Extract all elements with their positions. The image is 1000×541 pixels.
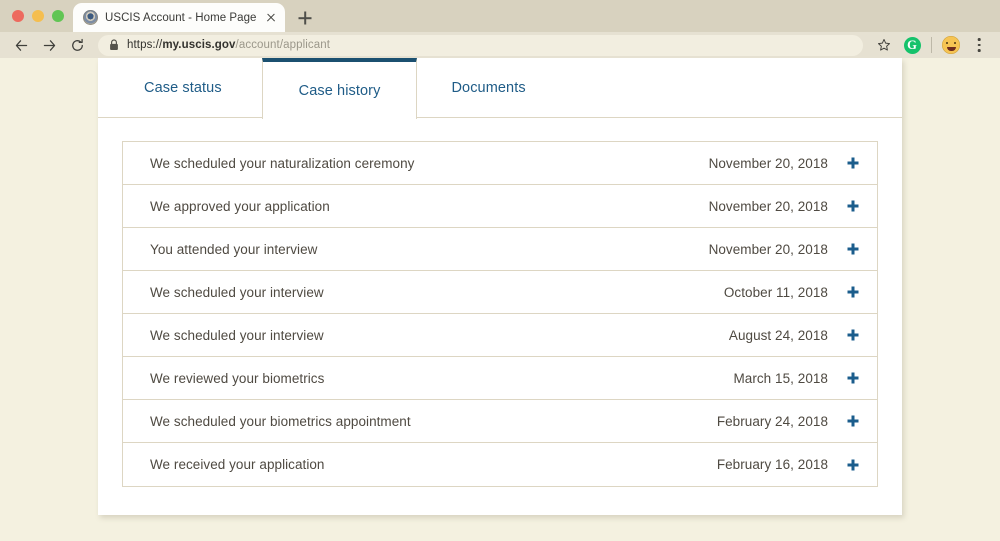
table-row[interactable]: You attended your interview November 20, …	[123, 228, 877, 271]
table-row[interactable]: We scheduled your interview August 24, 20…	[123, 314, 877, 357]
uscis-seal-icon	[83, 10, 98, 25]
browser-tab-uscis[interactable]: USCIS Account - Home Page	[73, 3, 286, 32]
toolbar-divider	[931, 37, 932, 53]
table-row[interactable]: We scheduled your naturalization ceremon…	[123, 142, 877, 185]
table-row[interactable]: We reviewed your biometrics March 15, 201…	[123, 357, 877, 400]
new-tab-button[interactable]	[291, 4, 319, 32]
history-event-date: February 24, 2018	[716, 413, 828, 429]
three-dot-menu-icon	[971, 36, 987, 54]
forward-button[interactable]	[36, 33, 62, 57]
plus-icon[interactable]	[845, 414, 860, 429]
browser-chrome: USCIS Account - Home Page https://my.usc…	[0, 0, 1000, 58]
url-path: /account/applicant	[235, 39, 331, 51]
history-event-date: November 20, 2018	[708, 198, 828, 214]
tab-case-status[interactable]: Case status	[98, 58, 262, 117]
case-tabs: Case status Case history Documents	[98, 58, 902, 119]
history-event-label: We scheduled your naturalization ceremon…	[150, 155, 415, 171]
history-event-date: October 11, 2018	[723, 284, 828, 300]
url-scheme: https://	[127, 39, 163, 51]
window-minimize-button[interactable]	[32, 10, 44, 22]
emoji-avatar-icon	[942, 36, 960, 54]
history-event-date: March 15, 2018	[733, 370, 828, 386]
window-traffic-lights	[8, 0, 73, 32]
address-bar-url: https://my.uscis.gov/account/applicant	[127, 39, 330, 51]
address-bar[interactable]: https://my.uscis.gov/account/applicant	[98, 34, 863, 56]
tab-documents-label: Documents	[451, 79, 526, 96]
url-domain: my.uscis.gov	[162, 39, 236, 51]
browser-menu-button[interactable]	[966, 33, 992, 57]
tab-documents[interactable]: Documents	[417, 58, 559, 117]
case-history-list: We scheduled your naturalization ceremon…	[122, 141, 878, 487]
history-event-date: November 20, 2018	[708, 241, 828, 257]
plus-icon[interactable]	[845, 199, 860, 214]
grammarly-extension-button[interactable]: G	[899, 33, 925, 57]
history-event-date: February 16, 2018	[716, 457, 828, 472]
history-event-label: We scheduled your biometrics appointment	[150, 413, 411, 429]
window-zoom-button[interactable]	[52, 10, 64, 22]
plus-icon[interactable]	[845, 328, 860, 343]
history-event-label: You attended your interview	[150, 241, 318, 257]
history-event-label: We approved your application	[150, 198, 330, 214]
tabs-filler	[560, 58, 902, 117]
history-event-date: November 20, 2018	[708, 155, 828, 171]
reload-button[interactable]	[64, 33, 90, 57]
history-event-date: August 24, 2018	[728, 327, 828, 343]
history-event-label: We scheduled your interview	[150, 327, 324, 343]
tab-case-status-label: Case status	[144, 79, 222, 96]
history-event-label: We reviewed your biometrics	[150, 370, 325, 386]
plus-icon[interactable]	[845, 156, 860, 171]
case-history-panel: We scheduled your naturalization ceremon…	[98, 118, 902, 514]
lock-icon	[110, 39, 118, 50]
history-event-label: We received your application	[150, 457, 325, 472]
tab-case-history-label: Case history	[298, 82, 381, 99]
plus-icon[interactable]	[845, 242, 860, 257]
browser-tab-title: USCIS Account - Home Page	[105, 11, 257, 24]
back-button[interactable]	[8, 33, 34, 57]
window-close-button[interactable]	[12, 10, 24, 22]
grammarly-icon: G	[903, 36, 921, 54]
table-row[interactable]: We approved your application November 20,…	[123, 185, 877, 228]
table-row[interactable]: We scheduled your biometrics appointment…	[123, 400, 877, 443]
star-icon	[878, 39, 890, 51]
browser-tabstrip: USCIS Account - Home Page	[0, 0, 1000, 32]
browser-toolbar: https://my.uscis.gov/account/applicant G	[0, 32, 1000, 58]
table-row[interactable]: We scheduled your interview October 11, 2…	[123, 271, 877, 314]
plus-icon[interactable]	[845, 371, 860, 386]
bookmark-button[interactable]	[871, 33, 897, 57]
case-card: Case status Case history Documents We sc…	[98, 58, 902, 515]
history-event-label: We scheduled your interview	[150, 284, 324, 300]
table-row[interactable]: We received your application February 16,…	[123, 443, 877, 486]
page-viewport: Case status Case history Documents We sc…	[0, 58, 1000, 541]
plus-icon[interactable]	[845, 457, 860, 472]
close-icon[interactable]	[263, 10, 279, 26]
profile-button[interactable]	[938, 33, 964, 57]
tab-case-history[interactable]: Case history	[261, 58, 418, 119]
plus-icon[interactable]	[845, 285, 860, 300]
